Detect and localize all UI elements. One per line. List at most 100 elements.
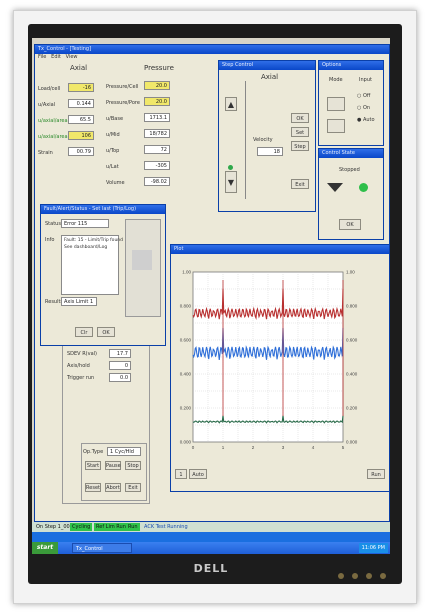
plot-run-button[interactable]: Run xyxy=(367,469,385,479)
pause-button[interactable]: Pause xyxy=(105,461,121,470)
ok-button[interactable]: OK xyxy=(291,113,309,123)
axial-label: Load/cell xyxy=(38,86,61,92)
pressure-value-field[interactable]: -98.02 xyxy=(144,177,170,186)
arrow-down-button[interactable]: ▼ xyxy=(225,171,237,193)
x-tick-label: 3 xyxy=(282,445,285,450)
monitor-button[interactable] xyxy=(380,573,386,579)
step-mode-label: Axial xyxy=(261,73,279,81)
axial-label: u/axial/area xyxy=(38,118,68,124)
menu-item-view[interactable]: View xyxy=(66,54,78,60)
step-button[interactable]: Step xyxy=(291,141,309,151)
stop-button[interactable]: Stop xyxy=(125,461,141,470)
op-type-select[interactable]: 1 Cyc/Hld xyxy=(107,447,141,456)
arrow-up-button[interactable]: ▲ xyxy=(225,97,237,111)
control-state-ok-button[interactable]: OK xyxy=(339,219,361,230)
axial-value-field[interactable]: 65.5 xyxy=(68,115,94,124)
rate-field[interactable]: 18 xyxy=(257,147,283,156)
pressure-label: u/Lat xyxy=(106,164,119,170)
option-radio-on[interactable]: ○ On xyxy=(357,105,370,111)
clear-button[interactable]: Clr xyxy=(75,327,93,337)
fault-dialog-title: Fault/Alert/Status - Set last (Trip/Log) xyxy=(41,205,165,214)
status-label: Status xyxy=(45,221,61,227)
lower-row-label: Axis/hold xyxy=(67,363,90,369)
main-window-title: Tx_Control - [Testing] xyxy=(35,45,389,54)
axial-header: Axial xyxy=(70,64,88,72)
dialog-ok-button[interactable]: OK xyxy=(97,327,115,337)
status-item: On Step 1_001 xyxy=(36,524,73,530)
pressure-value-field[interactable]: -305 xyxy=(144,161,170,170)
triangle-down-icon xyxy=(327,183,343,192)
status-strip xyxy=(32,532,390,542)
plot-scale-button[interactable]: 1 xyxy=(175,469,187,479)
pressure-value-field[interactable]: 18/782 xyxy=(144,129,170,138)
plot-window: Plot 1.00 1.00 0.800 0.800 0.600 0.600 0.400 0.… xyxy=(170,244,390,492)
pressure-header: Pressure xyxy=(144,64,174,72)
divider xyxy=(245,81,246,199)
step-control-window: Step Control Axial ▲ ▼ Velocity 18 OK Se… xyxy=(218,60,316,212)
status-item: ACK Test Running xyxy=(144,524,188,530)
y-tick-label: 0.600 xyxy=(180,338,192,343)
preview-image xyxy=(132,250,152,270)
set-button[interactable]: Set xyxy=(291,127,309,137)
axial-value-field[interactable]: 106 xyxy=(68,131,94,140)
y-tick-label: 0.200 xyxy=(180,406,192,411)
axial-value-field[interactable]: 00.79 xyxy=(68,147,94,156)
status-field[interactable]: Error 115 xyxy=(61,219,109,228)
taskbar-item[interactable]: Tx_Control xyxy=(72,543,132,553)
lower-row-field[interactable]: 17.7 xyxy=(109,349,131,358)
taskbar-clock: 11:06 PM xyxy=(358,543,388,553)
y-tick-label: 0.600 xyxy=(346,338,358,343)
start-button[interactable]: start xyxy=(32,542,58,554)
y-tick-label: 0.400 xyxy=(346,372,358,377)
menu-item-edit[interactable]: Edit xyxy=(51,54,61,60)
monitor-button[interactable] xyxy=(352,573,358,579)
axial-value-field[interactable]: -16 xyxy=(68,83,94,92)
options-window: Options Mode Input ○ Off ○ On ● Auto xyxy=(318,60,384,146)
monitor-button[interactable] xyxy=(366,573,372,579)
plot-window-title: Plot xyxy=(171,245,389,254)
option-radio-auto[interactable]: ● Auto xyxy=(357,117,375,123)
start-button[interactable]: Start xyxy=(85,461,101,470)
y-tick-label: 0.800 xyxy=(346,304,358,309)
monitor-brand: DELL xyxy=(193,562,229,575)
axial-label: u/Axial xyxy=(38,102,56,108)
abort-button[interactable]: Abort xyxy=(105,483,121,492)
pressure-value-field[interactable]: 20.0 xyxy=(144,81,170,90)
axial-label: Strain xyxy=(38,150,53,156)
exit-button[interactable]: Exit xyxy=(125,483,141,492)
x-tick-label: 2 xyxy=(252,445,255,450)
control-state-window: Control State Stopped OK xyxy=(318,148,384,240)
menu-item-file[interactable]: File xyxy=(38,54,46,60)
status-item: Run xyxy=(126,523,140,531)
option-radio-off[interactable]: ○ Off xyxy=(357,93,370,99)
pressure-label: u/Top xyxy=(106,148,120,154)
info-label: Info xyxy=(45,237,55,243)
pressure-value-field[interactable]: 20.0 xyxy=(144,97,170,106)
step-control-title: Step Control xyxy=(219,61,315,70)
reset-button[interactable]: Reset xyxy=(85,483,101,492)
plot-auto-button[interactable]: Auto xyxy=(189,469,207,479)
pressure-label: Pressure/Cell xyxy=(106,84,139,90)
fault-dialog: Fault/Alert/Status - Set last (Trip/Log)… xyxy=(40,204,166,346)
results-field[interactable]: Axis Limit 1 xyxy=(61,297,97,306)
pressure-value-field[interactable]: 1713.1 xyxy=(144,113,170,122)
options-input-header: Input xyxy=(359,77,372,83)
option-toggle-button[interactable] xyxy=(327,119,345,133)
pressure-value-field[interactable]: 72 xyxy=(144,145,170,154)
plot-area[interactable]: 1.00 1.00 0.800 0.800 0.600 0.600 0.400 0.400 0.… xyxy=(171,256,387,482)
exit-button[interactable]: Exit xyxy=(291,179,309,189)
y-tick-label: 0.400 xyxy=(180,372,192,377)
info-box[interactable]: Fault: 15 - Limit/Trip found See dashboa… xyxy=(61,235,123,295)
x-tick-label: 1 xyxy=(222,445,225,450)
option-toggle-button[interactable] xyxy=(327,97,345,111)
info-line: Fault: 15 - Limit/Trip found xyxy=(64,238,124,243)
axial-value-field[interactable]: 0.144 xyxy=(68,99,94,108)
status-item: Cycling xyxy=(70,523,93,531)
y-tick-label: 0.000 xyxy=(180,440,192,445)
x-tick-label: 4 xyxy=(312,445,315,450)
lower-row-field[interactable]: 0.0 xyxy=(109,373,131,382)
taskbar: start Tx_Control 11:06 PM xyxy=(32,542,390,554)
y-tick-label: 0.200 xyxy=(346,406,358,411)
lower-row-field[interactable]: 0 xyxy=(109,361,131,370)
pressure-label: u/Mid xyxy=(106,132,120,138)
